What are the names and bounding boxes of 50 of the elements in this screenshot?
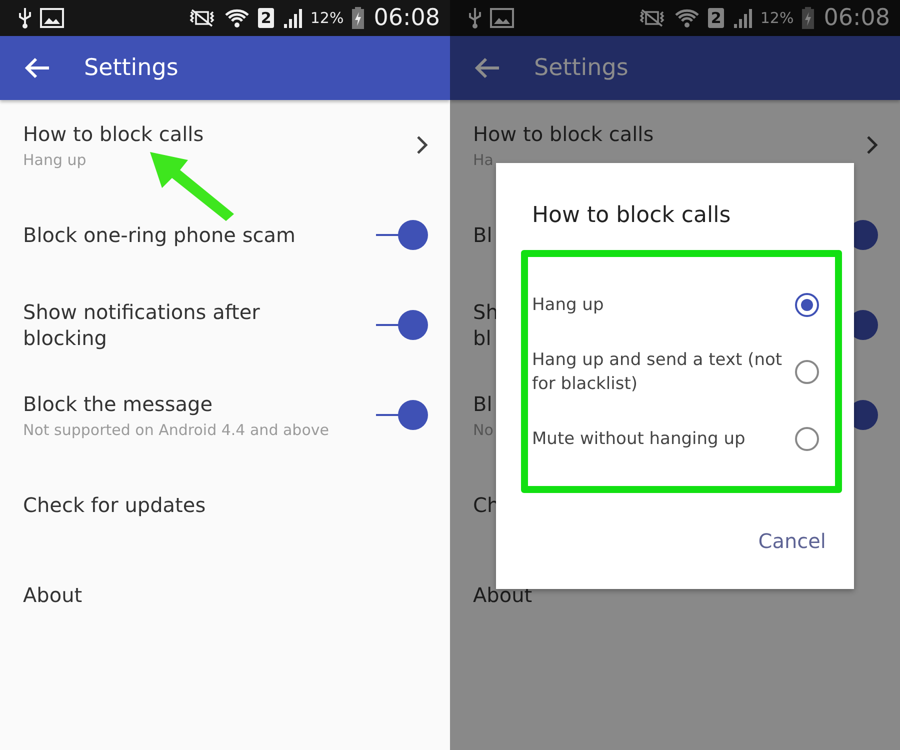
sim-badge: 2 — [708, 8, 724, 28]
chevron-right-icon — [416, 135, 428, 155]
usb-icon — [18, 7, 32, 29]
option-label[interactable]: Hang up — [532, 292, 789, 316]
image-icon — [490, 8, 514, 28]
back-arrow-icon[interactable] — [24, 57, 50, 79]
dialog-title: How to block calls — [532, 203, 732, 228]
option-label[interactable]: Mute without hanging up — [532, 426, 789, 450]
setting-title[interactable]: About — [23, 582, 82, 608]
vibrate-off-icon — [638, 8, 666, 28]
usb-icon — [468, 7, 482, 29]
signal-icon — [282, 8, 302, 28]
toggle-switch[interactable] — [376, 220, 428, 250]
setting-title[interactable]: Check for updates — [23, 492, 206, 518]
battery-icon — [802, 7, 814, 29]
wifi-icon — [674, 7, 700, 29]
option-label[interactable]: Hang up and send a text (not for blacklist) — [532, 348, 789, 396]
setting-title[interactable]: Block the message — [23, 391, 213, 417]
chevron-right-icon — [866, 135, 878, 155]
clock-time: 06:08 — [824, 5, 890, 31]
toggle-switch[interactable] — [376, 310, 428, 340]
toggle-thumb[interactable] — [398, 310, 428, 340]
battery-percent: 12% — [310, 9, 344, 27]
cancel-button[interactable]: Cancel — [752, 523, 832, 559]
setting-title[interactable]: Sh bl — [473, 299, 498, 351]
setting-title[interactable]: Bl — [473, 222, 492, 248]
toolbar-title: Settings — [84, 55, 178, 81]
battery-icon — [352, 7, 364, 29]
setting-title[interactable]: Show notifications after blocking — [23, 299, 313, 351]
setting-title[interactable]: Block one-ring phone scam — [23, 222, 296, 248]
radio-button[interactable] — [795, 360, 819, 384]
vibrate-off-icon — [188, 8, 216, 28]
signal-icon — [732, 8, 752, 28]
toggle-thumb[interactable] — [398, 220, 428, 250]
setting-summary: Hang up — [23, 151, 86, 169]
back-arrow-icon[interactable] — [474, 57, 500, 79]
toggle-thumb[interactable] — [398, 400, 428, 430]
battery-percent: 12% — [760, 9, 794, 27]
sim-badge: 2 — [258, 8, 274, 28]
setting-title[interactable]: How to block calls — [23, 121, 204, 147]
setting-title[interactable]: How to block calls — [473, 121, 654, 147]
setting-summary: Not supported on Android 4.4 and above — [23, 421, 329, 439]
image-icon — [40, 8, 64, 28]
setting-title[interactable]: Bl — [473, 391, 492, 417]
radio-button[interactable] — [795, 426, 819, 450]
toolbar-title: Settings — [534, 55, 628, 81]
clock-time: 06:08 — [374, 5, 440, 31]
radio-button[interactable] — [795, 292, 819, 316]
wifi-icon — [224, 7, 250, 29]
toggle-switch[interactable] — [376, 400, 428, 430]
